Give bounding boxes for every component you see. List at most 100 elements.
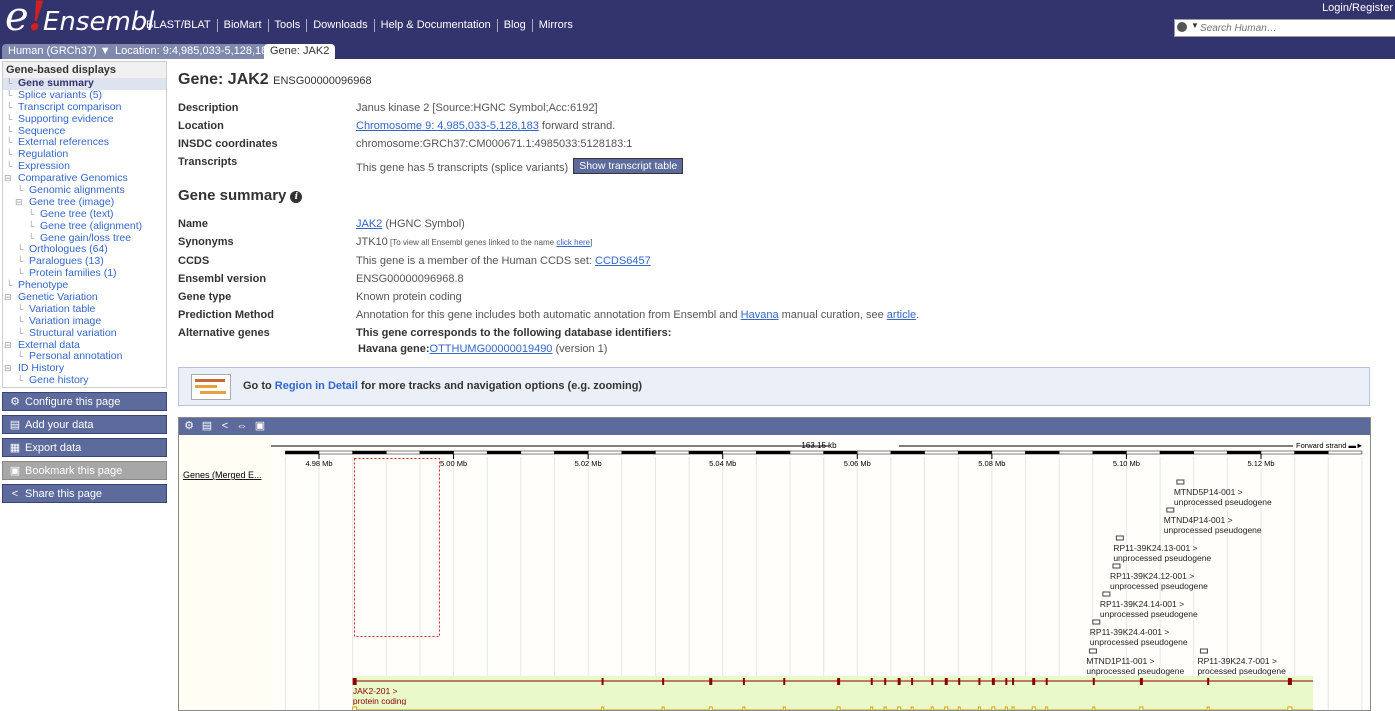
sidebar-item-gene-tree-text[interactable]: └ Gene tree (text) — [3, 208, 166, 221]
ccds-link[interactable]: CCDS6457 — [595, 255, 651, 267]
share-icon: < — [11, 488, 19, 501]
search-input[interactable] — [1200, 20, 1390, 36]
region-in-detail-link[interactable]: Region in Detail — [275, 380, 358, 392]
chevron-down-icon[interactable]: ▼ — [1191, 21, 1199, 30]
transcript-exon — [870, 706, 874, 710]
version-label: Ensembl version — [178, 273, 267, 285]
pseudogene-type: unprocessed pseudogene — [1086, 666, 1184, 676]
region-text-post: for more tracks and navigation options (… — [357, 380, 643, 392]
transcript-exon — [1139, 706, 1144, 710]
nav-help[interactable]: Help & Documentation — [375, 19, 498, 32]
transcript-exon — [1004, 706, 1008, 710]
transcript-exon — [977, 706, 981, 710]
pseudogene-glyph — [1199, 648, 1208, 654]
sidebar-item-supporting-evidence[interactable]: └ Supporting evidence — [3, 113, 166, 126]
havana-gene-value: Havana gene:OTTHUMG00000019490 (version … — [358, 343, 607, 355]
ruler-segment — [756, 450, 791, 455]
pseudogene-type: unprocessed pseudogene — [1090, 637, 1188, 647]
gene-track-svg[interactable]: 163.15 kb Forward strand ▬► 4.98 Mb 5.00 Mb… — [179, 435, 1370, 710]
gene-image-panel: ⚙ ▤ < ⇔ ▣ 163.15 kb Forward strand ▬► 4.98… — [178, 417, 1371, 711]
ruler-segment — [1159, 450, 1194, 455]
add-data-button[interactable]: ▤ Add your data — [2, 415, 167, 435]
pseudogene-glyph — [1176, 479, 1185, 485]
transcript-exon — [742, 678, 745, 685]
synonyms-text: JTK10 — [356, 236, 388, 248]
transcript-exon — [930, 706, 934, 710]
collapse-toggle-icon[interactable]: ⊟ — [4, 292, 12, 304]
species-search-icon[interactable] — [1177, 22, 1187, 32]
ruler-segment — [1328, 450, 1363, 455]
sidebar-item-transcript-comparison[interactable]: └ Transcript comparison — [3, 101, 166, 114]
nav-blast[interactable]: BLAST/BLAT — [140, 19, 218, 32]
sidebar-item-splice-variants-5[interactable]: └ Splice variants (5) — [3, 89, 166, 102]
collapse-toggle-icon[interactable]: ⊟ — [4, 363, 12, 375]
share-icon[interactable]: < — [219, 420, 231, 432]
sidebar-item-gene-tree-image[interactable]: ⊟ Gene tree (image) — [3, 196, 166, 209]
synonyms-click-here-link[interactable]: click here — [556, 238, 590, 247]
tab-gene[interactable]: Gene: JAK2 — [264, 44, 336, 59]
ccds-value: This gene is a member of the Human CCDS … — [356, 255, 651, 267]
sidebar-item-structural-variation[interactable]: └ Structural variation — [3, 327, 166, 340]
nav-mirrors[interactable]: Mirrors — [533, 19, 579, 32]
collapse-toggle-icon[interactable]: ⊟ — [4, 340, 12, 352]
export-button[interactable]: ▦ Export data — [2, 438, 167, 458]
bookmark-button[interactable]: ▣ Bookmark this page — [2, 461, 167, 481]
sidebar-item-gene-history[interactable]: └ Gene history — [3, 374, 166, 387]
image-export-icon[interactable]: ▣ — [254, 420, 266, 432]
configure-button[interactable]: ⚙ Configure this page — [2, 392, 167, 412]
logo-e: e — [5, 0, 29, 40]
tree-line-icon: └ — [17, 244, 24, 255]
sidebar-item-variation-image[interactable]: └ Variation image — [3, 315, 166, 328]
sidebar-item-label: Gene history — [29, 374, 89, 387]
show-transcript-table-button[interactable]: Show transcript table — [573, 158, 684, 174]
havana-gene-link[interactable]: OTTHUMG00000019490 — [430, 343, 553, 355]
nav-downloads[interactable]: Downloads — [307, 19, 375, 32]
tree-line-icon: └ — [6, 89, 13, 100]
transcript-exon — [661, 706, 665, 710]
transcript-exon — [1092, 706, 1096, 710]
gene-type-value: Known protein coding — [356, 291, 462, 303]
tab-species[interactable]: Human (GRCh37) ▼ — [2, 44, 117, 59]
ruler-tick-label: 5.02 Mb — [575, 459, 602, 468]
alternative-genes-text: This gene corresponds to the following d… — [356, 327, 672, 339]
transcript-exon — [978, 678, 981, 685]
top-navigation: BLAST/BLAT BioMart Tools Downloads Help … — [140, 19, 579, 32]
collapse-toggle-icon[interactable]: ⊟ — [15, 197, 23, 209]
add-data-icon[interactable]: ▤ — [201, 420, 213, 432]
transcript-exon — [836, 706, 841, 710]
ruler-segment — [621, 450, 656, 455]
transcript-exon — [1011, 706, 1015, 710]
collapse-toggle-icon[interactable]: ⊟ — [4, 173, 12, 185]
transcript-exon — [1207, 678, 1210, 685]
sidebar-item-gene-tree-alignment[interactable]: └ Gene tree (alignment) — [3, 220, 166, 233]
location-label: Location — [178, 120, 224, 132]
tree-line-icon: └ — [28, 220, 35, 231]
transcript-exon — [601, 678, 604, 685]
gear-icon[interactable]: ⚙ — [183, 420, 195, 432]
ruler-segment — [655, 450, 690, 455]
transcript-exon — [1045, 706, 1049, 710]
login-link[interactable]: Login/Register — [1322, 2, 1393, 14]
ruler-tick-label: 5.06 Mb — [844, 459, 871, 468]
share-button[interactable]: < Share this page — [2, 484, 167, 504]
info-icon[interactable]: i — [290, 191, 303, 203]
location-link[interactable]: Chromosome 9: 4,985,033-5,128,183 — [356, 120, 539, 132]
nav-blog[interactable]: Blog — [498, 19, 533, 32]
tree-line-icon: └ — [6, 161, 13, 172]
tree-line-icon: └ — [17, 256, 24, 267]
region-thumbnail-icon[interactable] — [191, 374, 231, 400]
havana-link[interactable]: Havana — [741, 309, 779, 321]
ruler-segment — [991, 450, 1026, 455]
transcript-exon — [958, 678, 961, 685]
nav-tools[interactable]: Tools — [269, 19, 308, 32]
resize-icon[interactable]: ⇔ — [236, 420, 248, 432]
ruler-segment — [386, 450, 421, 455]
article-link[interactable]: article — [887, 309, 916, 321]
name-link[interactable]: JAK2 — [356, 218, 382, 230]
gene-stable-id: ENSG00000096968 — [273, 75, 372, 87]
pseudogene-glyph — [1092, 619, 1101, 625]
transcripts-value: This gene has 5 transcripts (splice vari… — [356, 158, 684, 176]
tab-location[interactable]: Location: 9:4,985,033-5,128,183 — [109, 44, 280, 59]
pseudogene-name: RP11-39K24.13-001 > — [1113, 543, 1197, 553]
nav-biomart[interactable]: BioMart — [218, 19, 269, 32]
